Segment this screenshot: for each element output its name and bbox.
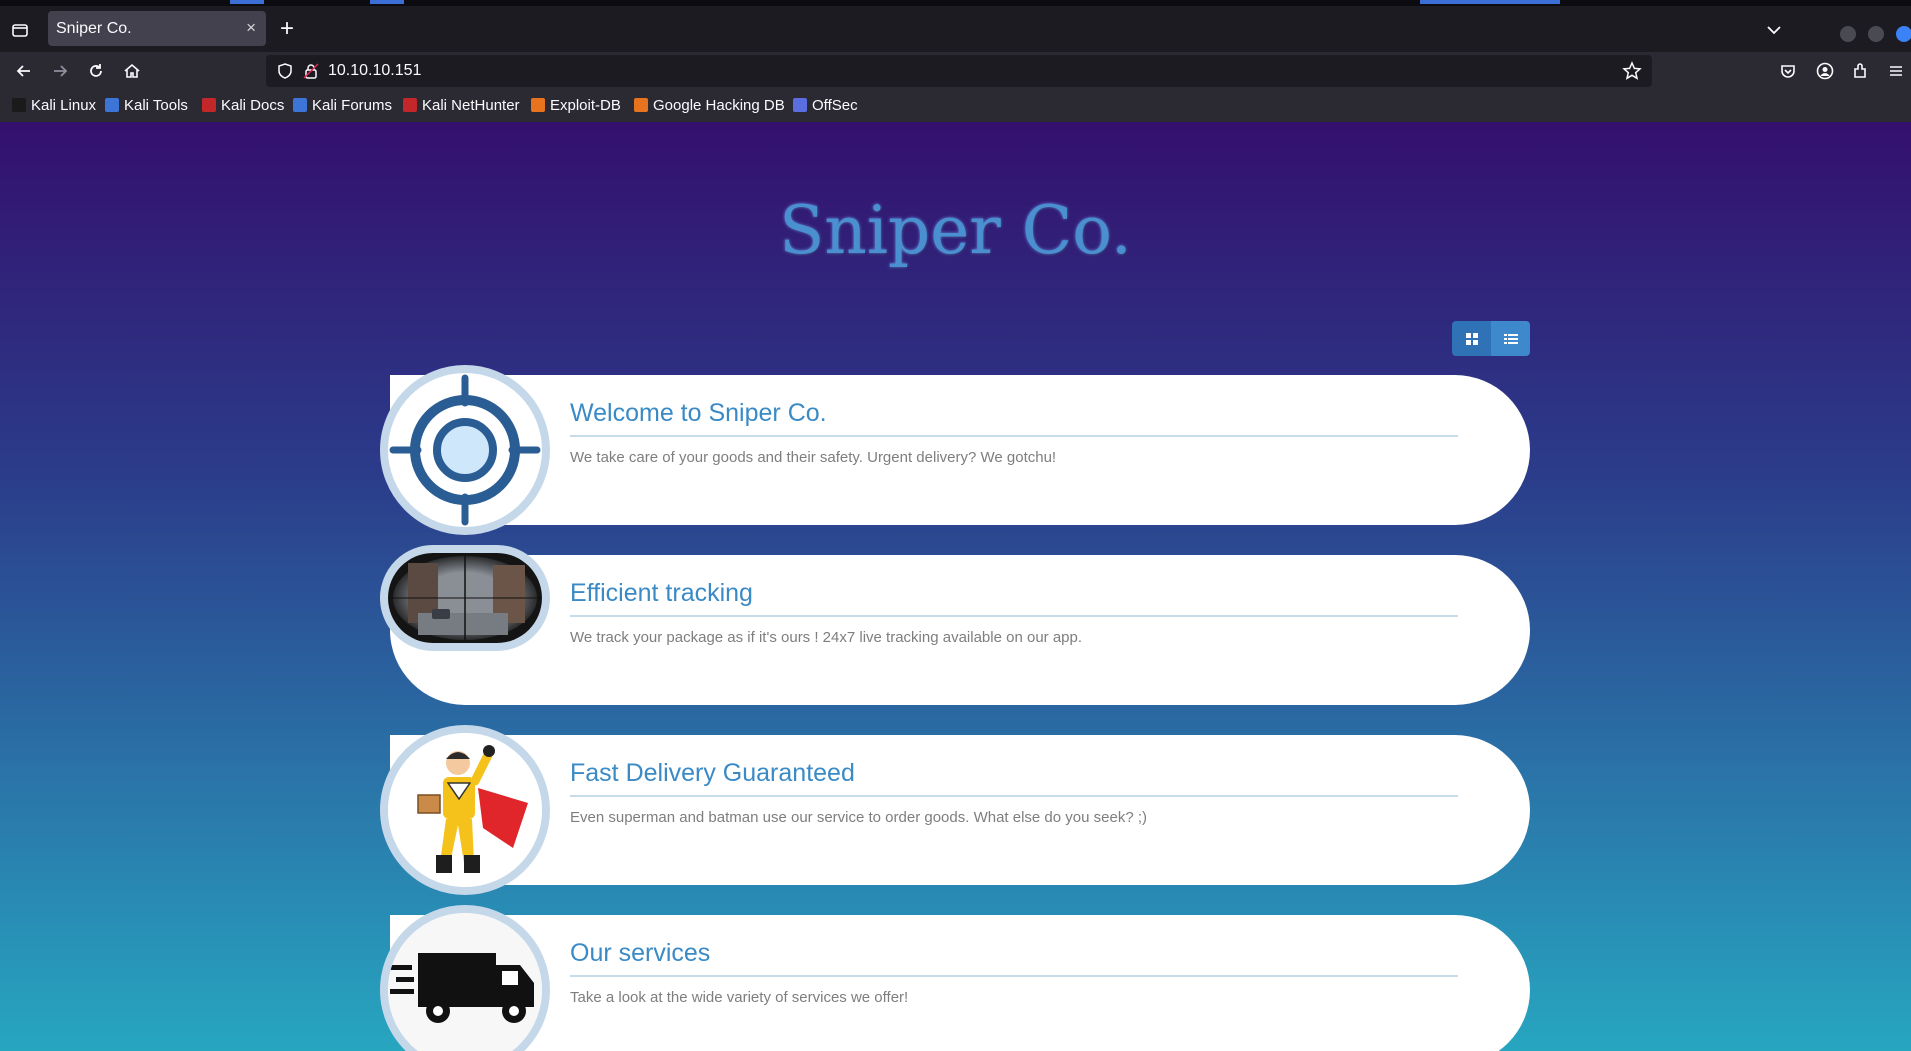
scope-street-image <box>380 545 550 651</box>
bookmark-kali-linux[interactable]: Kali Linux <box>12 97 96 114</box>
bookmark-kali-tools[interactable]: Kali Tools <box>105 97 188 114</box>
kali-tools-icon <box>105 98 119 112</box>
tab-bar: Sniper Co. × + <box>0 6 1911 52</box>
lock-icon[interactable] <box>302 62 320 85</box>
card-divider <box>570 795 1458 797</box>
card-divider <box>570 975 1458 977</box>
bookmark-google-hacking-db[interactable]: Google Hacking DB <box>634 97 785 114</box>
forward-icon[interactable] <box>50 61 70 81</box>
bookmark-kali-docs[interactable]: Kali Docs <box>202 97 284 114</box>
close-window-button[interactable] <box>1896 26 1911 42</box>
reload-icon[interactable] <box>86 61 106 81</box>
bookmark-star-icon[interactable] <box>1622 61 1642 86</box>
grid-icon <box>1465 332 1478 345</box>
offsec-icon <box>793 98 807 112</box>
bookmark-kali-nethunter[interactable]: Kali NetHunter <box>403 97 520 114</box>
close-icon[interactable]: × <box>246 18 256 38</box>
extensions-icon[interactable] <box>1850 61 1870 81</box>
shield-icon[interactable] <box>276 62 294 85</box>
tab-title: Sniper Co. <box>56 20 132 37</box>
card-fast-delivery[interactable]: Fast Delivery Guaranteed Even superman a… <box>390 735 1530 885</box>
card-welcome[interactable]: Welcome to Sniper Co. We take care of yo… <box>390 375 1530 525</box>
card-title: Efficient tracking <box>570 579 753 607</box>
web-page: Sniper Co. Welcome to Sniper Co. We take… <box>0 122 1911 1051</box>
menu-icon[interactable] <box>1886 61 1906 81</box>
navigation-toolbar: 10.10.10.151 <box>0 52 1911 90</box>
maximize-button[interactable] <box>1868 26 1884 42</box>
superhero-delivery-image <box>380 725 550 895</box>
chevron-down-icon[interactable] <box>1764 20 1784 45</box>
card-text: Even superman and batman use our service… <box>570 809 1147 826</box>
new-tab-button[interactable]: + <box>280 17 294 41</box>
kali-nethunter-icon <box>403 98 417 112</box>
card-services[interactable]: Our services Take a look at the wide var… <box>390 915 1530 1051</box>
url-text: 10.10.10.151 <box>328 62 422 79</box>
card-tracking[interactable]: Efficient tracking We track your package… <box>390 555 1530 705</box>
card-text: We track your package as if it's ours ! … <box>570 629 1083 646</box>
tab-list-icon[interactable] <box>10 20 30 40</box>
list-icon <box>1503 333 1518 344</box>
card-text: We take care of your goods and their saf… <box>570 449 1057 466</box>
back-icon[interactable] <box>14 61 34 81</box>
minimize-button[interactable] <box>1840 26 1856 42</box>
url-bar[interactable]: 10.10.10.151 <box>266 55 1652 87</box>
bookmark-exploit-db[interactable]: Exploit-DB <box>531 97 621 114</box>
card-text: Take a look at the wide variety of servi… <box>570 989 909 1006</box>
home-icon[interactable] <box>122 61 142 81</box>
bookmark-offsec[interactable]: OffSec <box>793 97 858 114</box>
pocket-icon[interactable] <box>1778 61 1798 81</box>
exploit-db-icon <box>531 98 545 112</box>
card-divider <box>570 435 1458 437</box>
view-toggle <box>1452 321 1530 356</box>
page-title: Sniper Co. <box>779 192 1132 269</box>
card-title: Welcome to Sniper Co. <box>570 399 827 427</box>
card-divider <box>570 615 1458 617</box>
browser-tab[interactable]: Sniper Co. × <box>48 11 266 46</box>
kali-forums-icon <box>293 98 307 112</box>
account-icon[interactable] <box>1815 61 1835 81</box>
crosshair-icon <box>380 365 550 535</box>
bookmarks-toolbar: Kali Linux Kali Tools Kali Docs Kali For… <box>0 90 1911 122</box>
list-view-button[interactable] <box>1491 321 1530 356</box>
kali-linux-icon <box>12 98 26 112</box>
card-title: Our services <box>570 939 711 967</box>
bookmark-kali-forums[interactable]: Kali Forums <box>293 97 392 114</box>
card-title: Fast Delivery Guaranteed <box>570 759 855 787</box>
google-hacking-db-icon <box>634 98 648 112</box>
grid-view-button[interactable] <box>1452 321 1491 356</box>
kali-docs-icon <box>202 98 216 112</box>
